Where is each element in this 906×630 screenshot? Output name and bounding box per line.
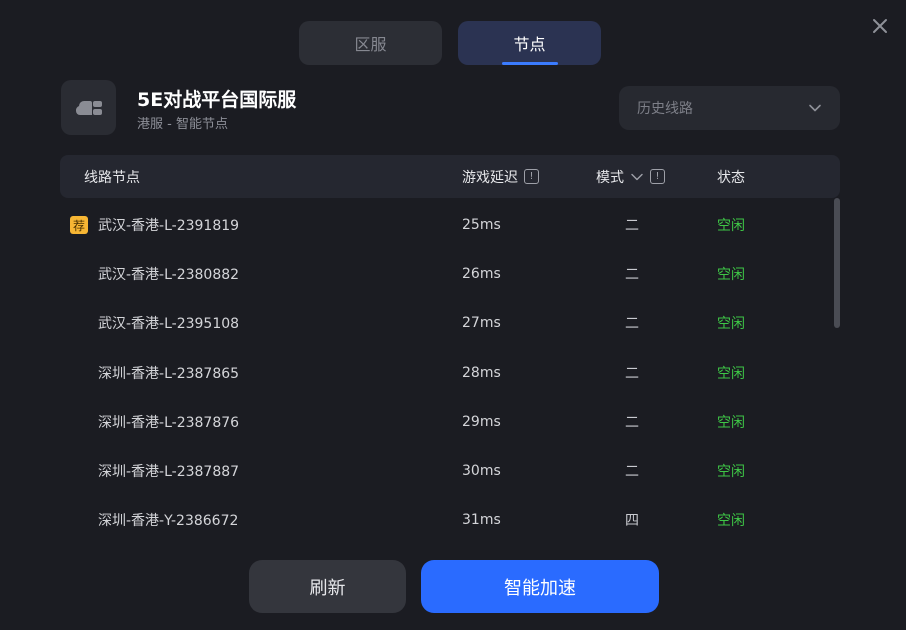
table-header: 线路节点 游戏延迟 ! 模式 ! 状态 <box>60 155 840 198</box>
recommended-badge: 荐 <box>70 216 88 234</box>
table-row[interactable]: 武汉-香港-L-2380882 26ms 二 空闲 <box>60 249 840 298</box>
header-mode-label: 模式 <box>596 169 624 186</box>
table-row[interactable]: 深圳-香港-L-2387887 30ms 二 空闲 <box>60 446 840 495</box>
node-name: 武汉-香港-L-2391819 <box>98 217 240 234</box>
table-row[interactable]: 荐 武汉-香港-L-2391819 25ms 二 空闲 <box>60 200 840 249</box>
game-title: 5E对战平台国际服 <box>137 89 297 111</box>
node-latency: 26ms <box>462 265 501 282</box>
node-mode: 二 <box>625 414 639 431</box>
node-name: 武汉-香港-L-2380882 <box>98 266 240 283</box>
node-mode: 二 <box>625 266 639 283</box>
node-name: 深圳-香港-L-2387865 <box>98 365 240 382</box>
node-latency: 31ms <box>462 512 501 529</box>
header-latency-label: 游戏延迟 <box>462 169 518 186</box>
node-status: 空闲 <box>717 316 745 333</box>
node-list: 荐 武汉-香港-L-2391819 25ms 二 空闲 武汉-香港-L-2380… <box>60 200 840 545</box>
node-status: 空闲 <box>717 365 745 382</box>
node-latency: 29ms <box>462 413 501 430</box>
info-icon[interactable]: ! <box>650 169 665 184</box>
node-latency: 25ms <box>462 216 501 233</box>
game-subtitle: 港服 - 智能节点 <box>137 117 228 132</box>
close-icon[interactable] <box>870 16 890 36</box>
node-name: 深圳-香港-L-2387887 <box>98 464 240 481</box>
node-status: 空闲 <box>717 266 745 283</box>
smart-accelerate-button[interactable]: 智能加速 <box>421 560 659 613</box>
node-name: 武汉-香港-L-2395108 <box>98 316 240 333</box>
node-latency: 30ms <box>462 463 501 480</box>
table-row[interactable]: 武汉-香港-L-2395108 27ms 二 空闲 <box>60 299 840 348</box>
node-name: 深圳-香港-L-2387876 <box>98 414 240 431</box>
node-status: 空闲 <box>717 414 745 431</box>
node-latency: 28ms <box>462 364 501 381</box>
game-icon <box>61 80 116 135</box>
node-mode: 二 <box>625 464 639 481</box>
node-mode: 二 <box>625 365 639 382</box>
node-name: 深圳-香港-Y-2386672 <box>98 513 239 530</box>
tab-node[interactable]: 节点 <box>458 21 601 65</box>
header-node: 线路节点 <box>84 169 140 186</box>
table-row[interactable]: 深圳-香港-L-2387876 29ms 二 空闲 <box>60 397 840 446</box>
node-status: 空闲 <box>717 513 745 530</box>
history-route-label: 历史线路 <box>637 101 693 117</box>
node-mode: 二 <box>625 316 639 333</box>
header-latency: 游戏延迟 ! <box>462 155 539 198</box>
tab-server[interactable]: 区服 <box>299 21 442 65</box>
header-mode[interactable]: 模式 ! <box>596 155 665 198</box>
node-latency: 27ms <box>462 315 501 332</box>
info-icon[interactable]: ! <box>524 169 539 184</box>
chevron-down-icon[interactable] <box>630 170 644 184</box>
refresh-button[interactable]: 刷新 <box>249 560 406 613</box>
table-row[interactable]: 深圳-香港-Y-2386672 31ms 四 空闲 <box>60 496 840 545</box>
node-status: 空闲 <box>717 464 745 481</box>
scrollbar[interactable] <box>834 198 840 328</box>
tab-bar: 区服 节点 <box>299 21 601 65</box>
history-route-select[interactable]: 历史线路 <box>619 86 840 130</box>
node-status: 空闲 <box>717 217 745 234</box>
table-row[interactable]: 深圳-香港-L-2387865 28ms 二 空闲 <box>60 348 840 397</box>
chevron-down-icon <box>809 104 821 112</box>
node-mode: 四 <box>625 513 639 530</box>
header-status: 状态 <box>717 169 745 186</box>
node-mode: 二 <box>625 217 639 234</box>
